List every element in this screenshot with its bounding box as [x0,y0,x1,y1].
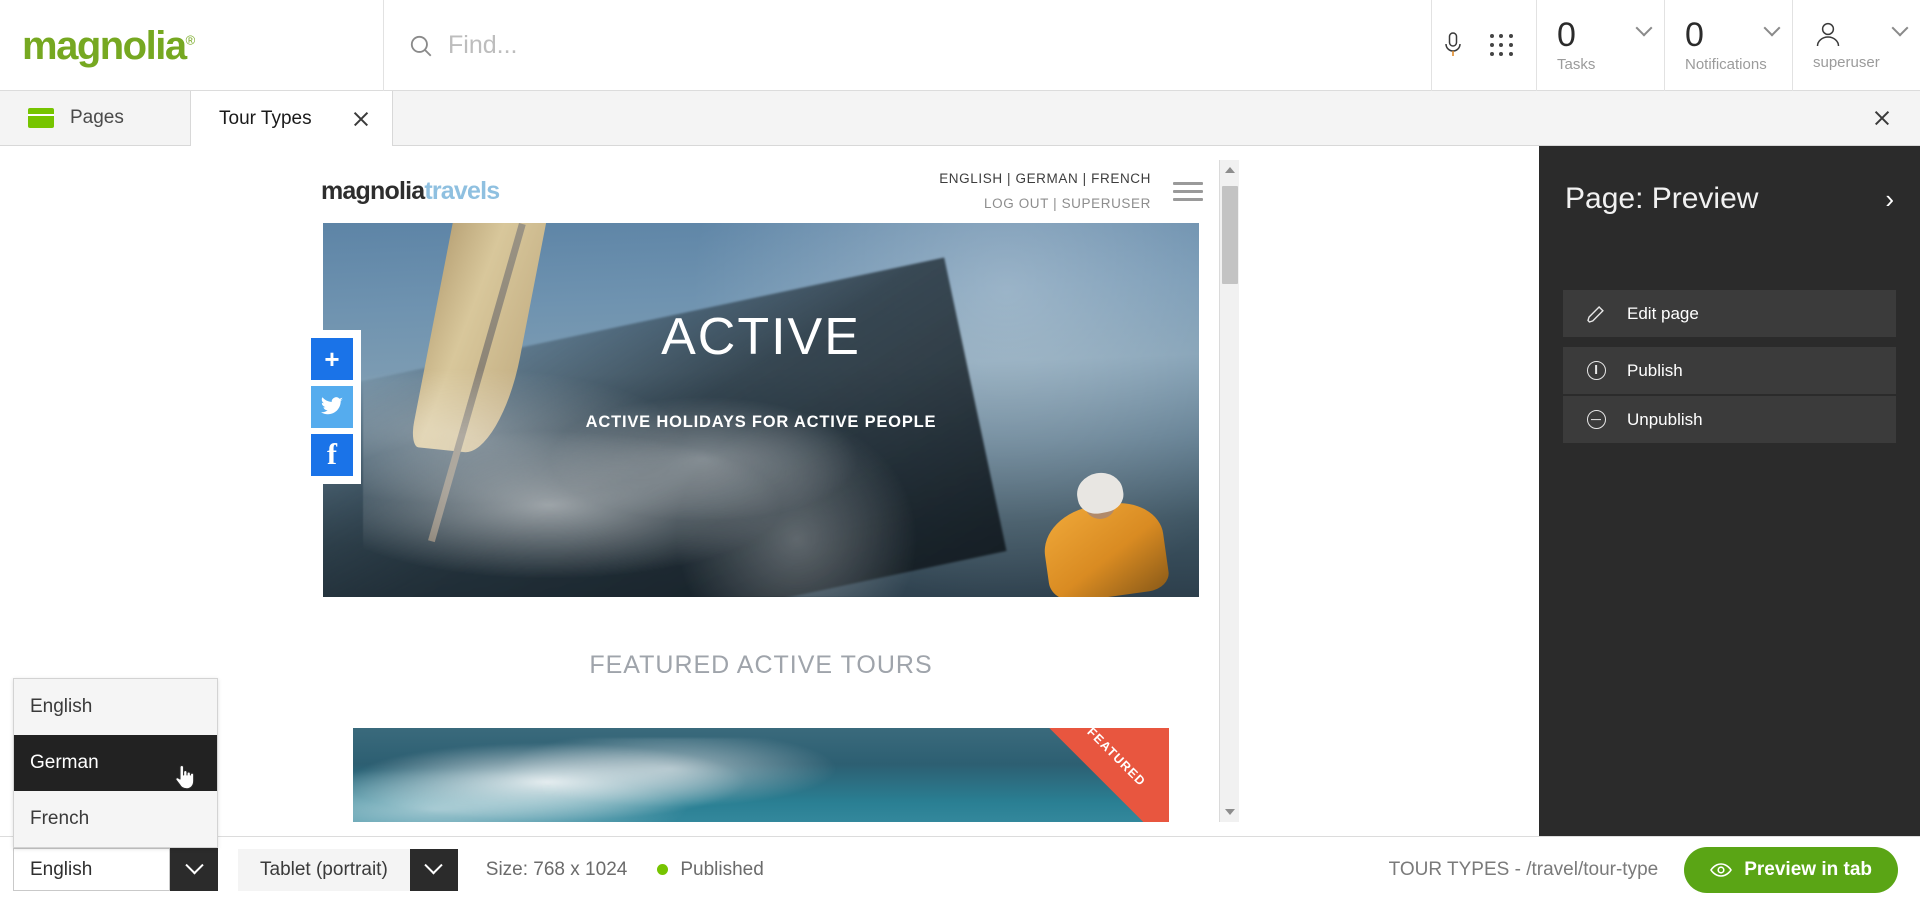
header-icon-group [1432,0,1536,91]
site-language-links[interactable]: ENGLISH | GERMAN | FRENCH [939,167,1151,192]
tasks-indicator[interactable]: 0 Tasks [1536,0,1664,91]
preview-in-tab-label: Preview in tab [1744,858,1872,880]
apps-grid-icon[interactable] [1490,33,1514,58]
previewed-website: magnoliatravels ENGLISH | GERMAN | FRENC… [303,160,1219,822]
close-app-button[interactable] [1844,91,1920,145]
language-selector-value: English [13,848,170,891]
username-label: superuser [1813,54,1880,71]
language-option-label: English [30,696,93,717]
chevron-right-icon[interactable]: › [1885,186,1894,212]
search-icon [410,35,432,56]
publish-button[interactable]: Publish [1563,347,1896,394]
magnolia-admin-window: magnolia® 0 Tasks 0 No [0,0,1920,902]
tasks-label: Tasks [1557,56,1596,73]
pencil-icon [1585,303,1607,325]
tab-tour-types[interactable]: Tour Types [190,91,393,146]
pages-icon [28,108,54,128]
site-logo-part1: magnolia [321,177,425,205]
logo-text: magnolia [22,23,187,68]
tab-label-pages: Pages [70,107,124,128]
site-logo-part2: travels [424,177,500,205]
page-action-panel: Page: Preview › Edit page Publish Unpubl… [1539,146,1920,836]
search-input[interactable] [448,31,968,60]
language-option-english[interactable]: English [14,679,217,735]
preview-in-tab-button[interactable]: Preview in tab [1684,846,1898,893]
share-twitter-icon[interactable] [311,386,353,428]
preview-scrollbar[interactable] [1219,160,1239,822]
share-plus-icon[interactable]: + [311,338,353,380]
language-option-french[interactable]: French [14,791,217,847]
chevron-down-icon[interactable] [409,848,458,891]
device-selector-value: Tablet (portrait) [238,848,410,891]
hamburger-menu-icon[interactable] [1173,182,1203,201]
language-selector[interactable]: English [13,848,218,891]
language-dropdown-menu: English German French [13,678,218,848]
sidebar-item-pages[interactable]: Pages [0,91,190,145]
device-preview-frame: magnoliatravels ENGLISH | GERMAN | FRENC… [303,160,1239,822]
eye-icon [1710,862,1733,877]
edit-page-label: Edit page [1627,303,1699,323]
status-badge-dot [657,864,669,875]
unpublish-circle-icon [1585,409,1607,431]
share-facebook-icon[interactable]: f [311,434,353,476]
status-badge-label: Published [680,858,764,880]
hero-subtitle: ACTIVE HOLIDAYS FOR ACTIVE PEOPLE [585,413,937,431]
language-option-label: French [30,808,90,829]
chevron-down-icon[interactable] [170,848,218,891]
app-tab-bar: Pages Tour Types [0,91,1920,146]
tour-card-image [353,738,883,822]
user-menu[interactable]: superuser [1792,0,1920,91]
featured-ribbon: FEATURED [1033,728,1169,822]
close-icon[interactable] [348,106,374,132]
close-icon [1869,105,1895,131]
viewport-size-label: Size: 768 x 1024 [485,858,628,880]
logo-registered-mark: ® [185,32,196,48]
top-header-bar: magnolia® 0 Tasks 0 No [0,0,1920,91]
unpublish-label: Unpublish [1627,409,1703,429]
hero-splash-shape [363,367,983,597]
tour-card[interactable]: FEATURED SURFIN' SAFARI [353,728,1169,822]
unpublish-button[interactable]: Unpublish [1563,396,1896,443]
tab-bar-spacer [393,91,1844,145]
featured-ribbon-label: FEATURED [1084,728,1149,790]
hero-banner: ACTIVE ACTIVE HOLIDAYS FOR ACTIVE PEOPLE [323,223,1199,597]
scroll-up-arrow[interactable] [1220,160,1239,180]
scrollbar-thumb[interactable] [1222,186,1238,284]
notifications-label: Notifications [1685,56,1767,73]
site-account-links[interactable]: LOG OUT | SUPERUSER [939,192,1151,217]
site-nav: ENGLISH | GERMAN | FRENCH LOG OUT | SUPE… [939,167,1151,217]
person-icon [1816,22,1840,47]
device-selector[interactable]: Tablet (portrait) [238,848,458,891]
site-header: magnoliatravels ENGLISH | GERMAN | FRENC… [303,160,1219,223]
microphone-icon[interactable] [1442,31,1464,61]
tab-label-tour-types: Tour Types [219,107,312,129]
featured-tours-heading: FEATURED ACTIVE TOURS [589,651,933,679]
publish-label: Publish [1627,360,1683,380]
global-search[interactable] [384,0,1432,91]
share-facebook-glyph: f [327,438,337,471]
chevron-down-icon [1891,19,1909,37]
language-option-german[interactable]: German [14,735,217,791]
social-share-rail: + f [303,330,361,484]
action-panel-title: Page: Preview [1565,182,1759,215]
notifications-indicator[interactable]: 0 Notifications [1664,0,1792,91]
share-plus-glyph: + [324,344,340,374]
magnolia-logo[interactable]: magnolia® [0,0,384,91]
page-path-label: TOUR TYPES - /travel/tour-type [1388,858,1659,880]
scroll-down-arrow[interactable] [1220,802,1239,822]
action-panel-header: Page: Preview › [1565,182,1894,216]
mouse-cursor-hand-icon [175,764,195,790]
site-logo[interactable]: magnoliatravels [321,177,500,206]
hero-title: ACTIVE [661,308,861,366]
preview-bottom-bar: Tablet (portrait) Size: 768 x 1024 Publi… [0,836,1920,902]
edit-page-button[interactable]: Edit page [1563,290,1896,337]
language-option-label: German [30,752,99,773]
hero-sailor-figure [1025,461,1175,597]
publish-circle-icon [1585,360,1607,382]
